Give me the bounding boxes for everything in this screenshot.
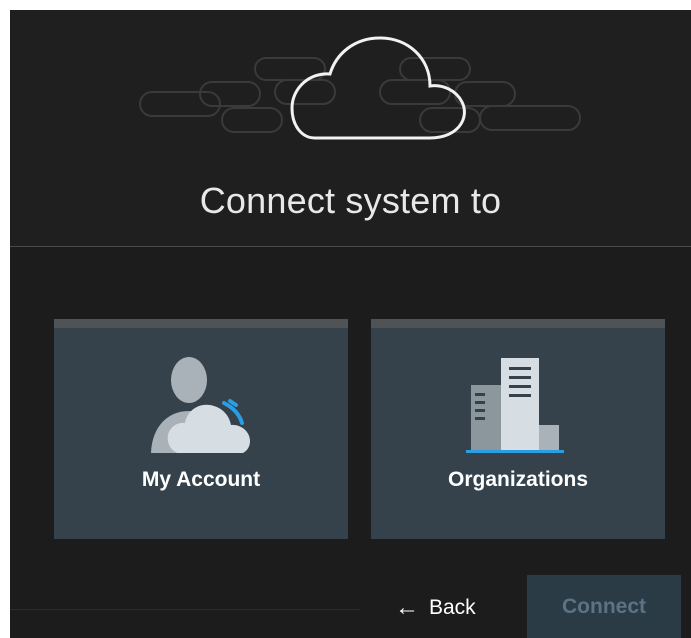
arrow-left-icon: ← bbox=[395, 594, 419, 621]
back-label: Back bbox=[429, 596, 476, 619]
my-account-option[interactable]: My Account bbox=[54, 319, 348, 539]
back-button[interactable]: ← Back bbox=[395, 593, 476, 623]
buildings-icon bbox=[466, 358, 564, 453]
organizations-option[interactable]: Organizations bbox=[371, 319, 665, 539]
footer-divider bbox=[10, 609, 360, 610]
cloud-network-icon bbox=[139, 36, 581, 140]
dialog-header: Connect system to bbox=[10, 10, 691, 246]
my-account-label: My Account bbox=[141, 468, 261, 491]
user-cloud-icon bbox=[151, 357, 250, 453]
connect-dialog: Connect system to My Account Organizatio… bbox=[10, 10, 691, 638]
connect-label: Connect bbox=[562, 594, 646, 618]
dialog-title: Connect system to bbox=[199, 180, 502, 221]
organizations-label: Organizations bbox=[447, 468, 589, 491]
connect-button[interactable]: Connect bbox=[527, 575, 681, 638]
header-divider bbox=[10, 246, 691, 247]
screen: Connect system to My Account Organizatio… bbox=[0, 0, 691, 638]
